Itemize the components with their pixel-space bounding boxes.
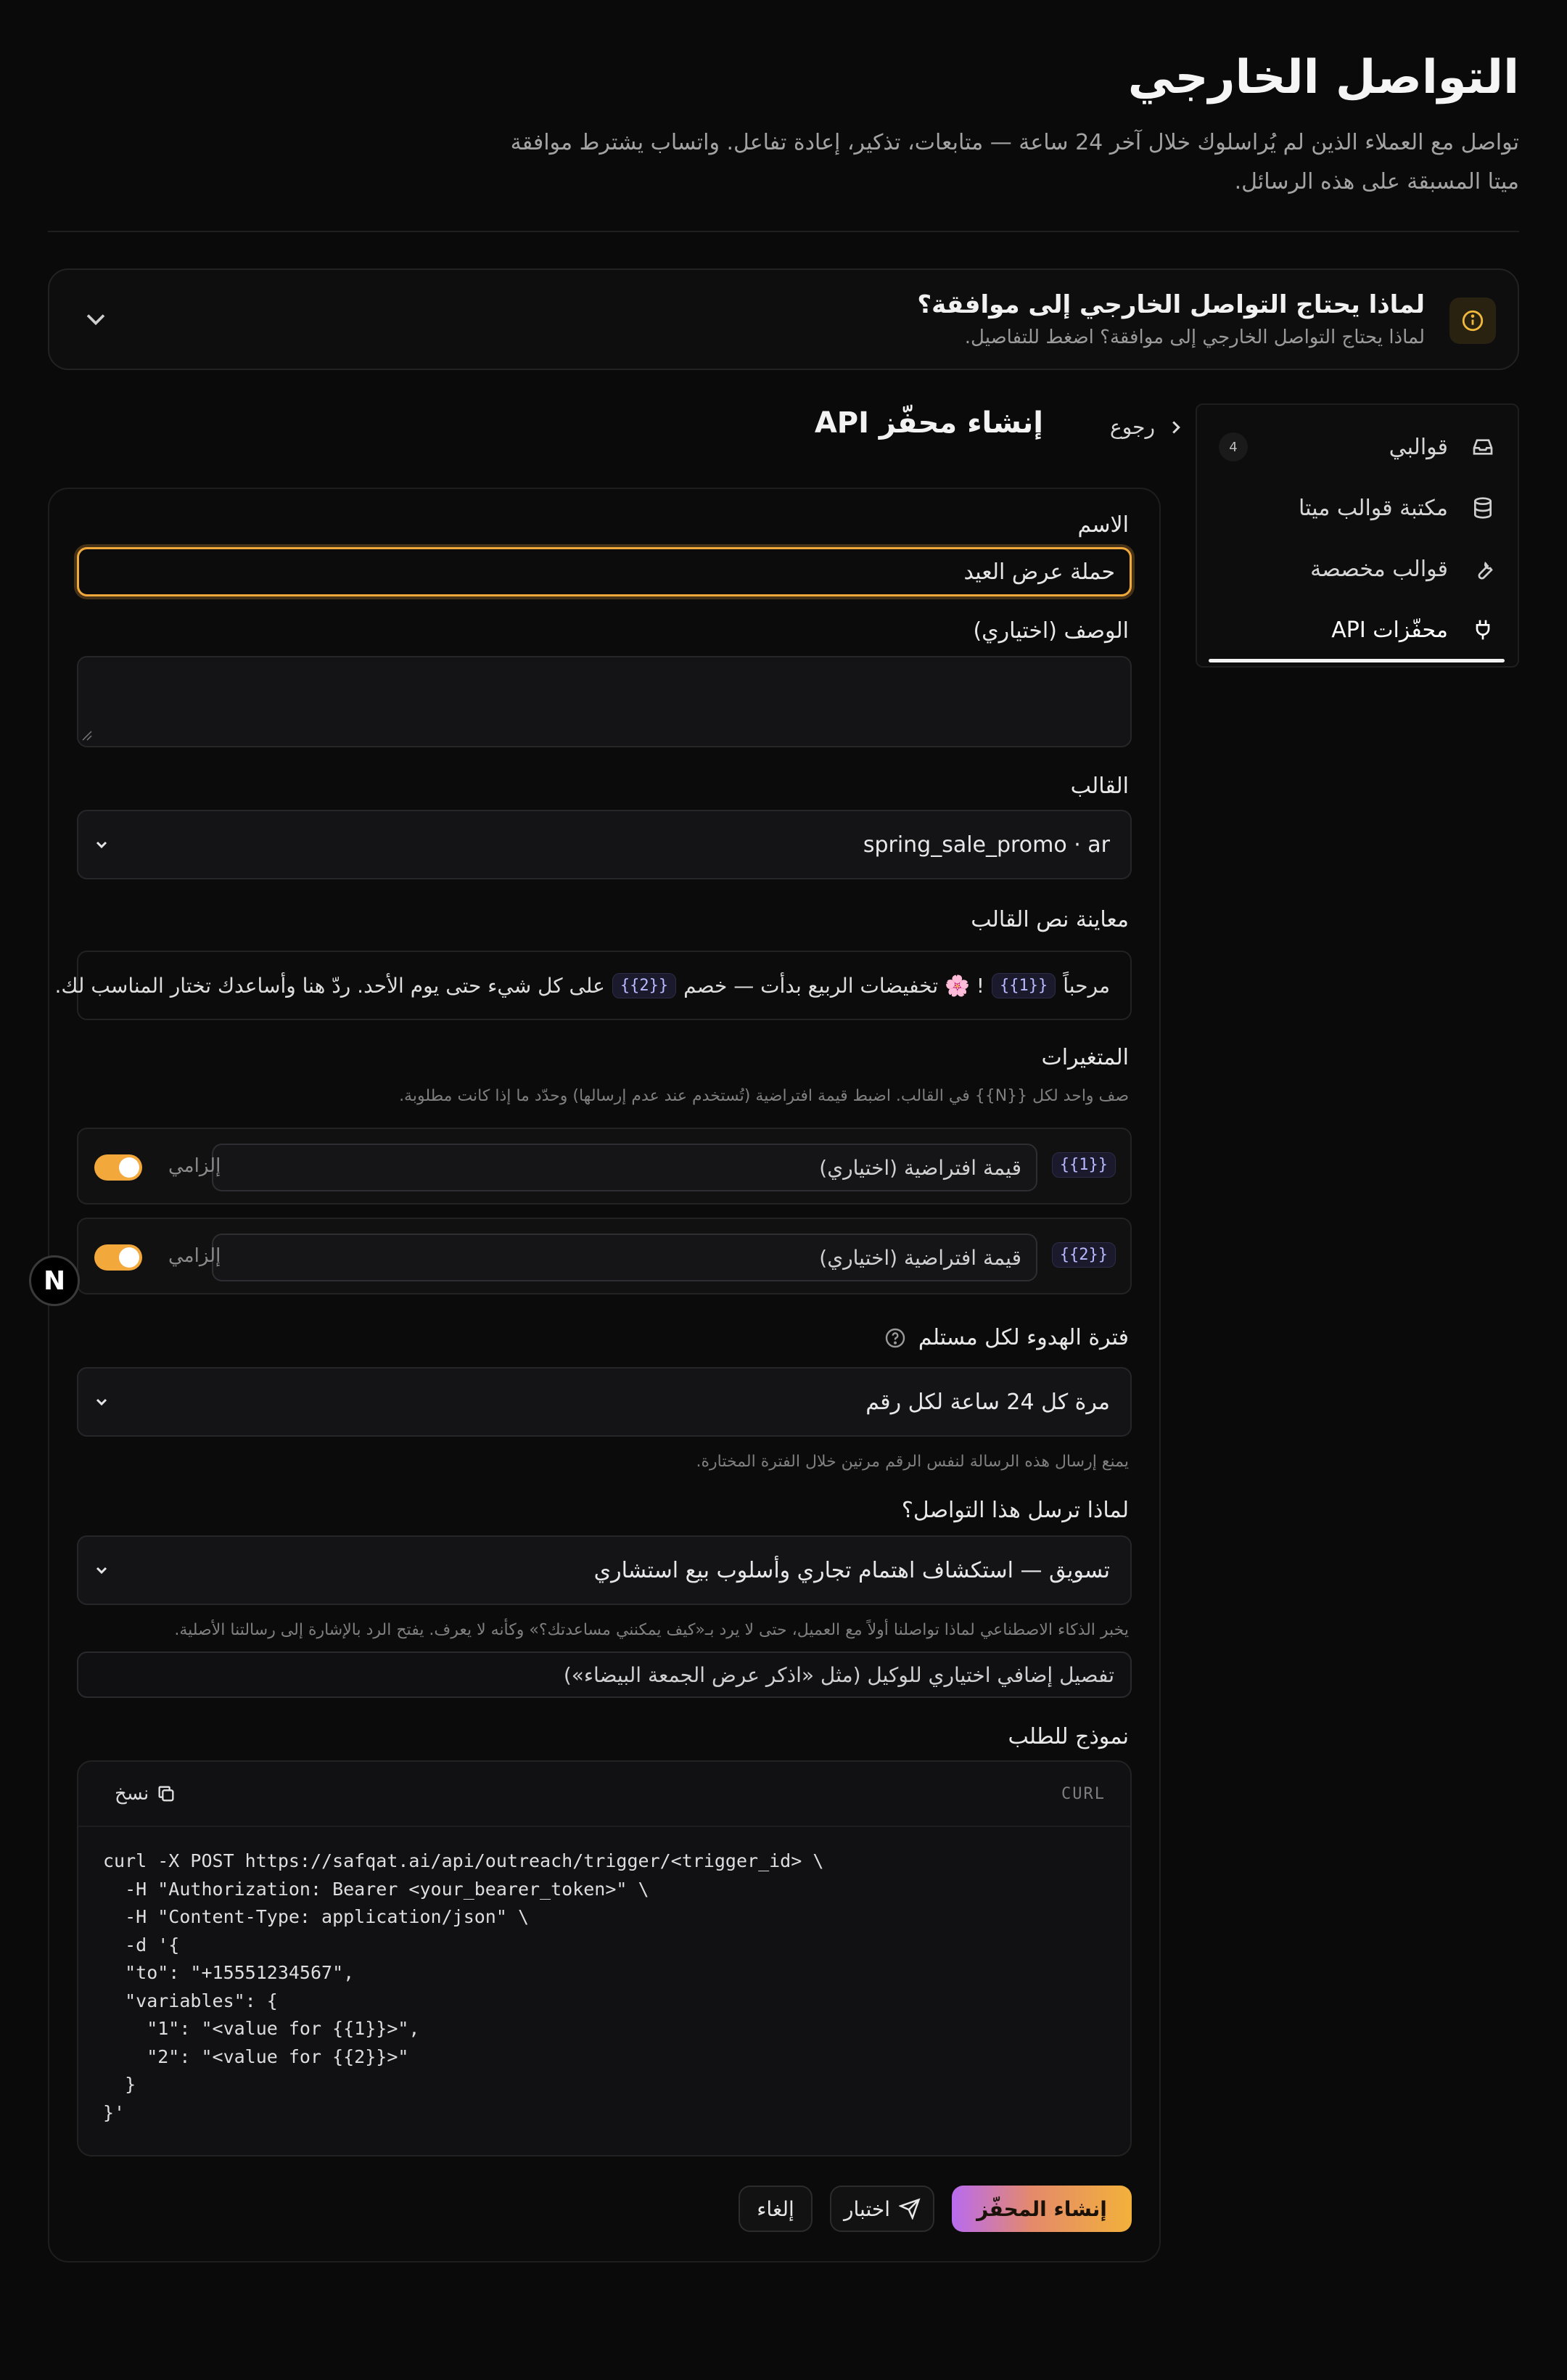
template-label: القالب <box>1070 774 1129 799</box>
nextjs-dev-badge[interactable]: N <box>29 1255 80 1306</box>
chevron-down-icon <box>93 1368 110 1435</box>
cooldown-select[interactable]: مرة كل 24 ساعة لكل رقم <box>77 1367 1132 1437</box>
accordion-title: لماذا يحتاج التواصل الخارجي إلى موافقة؟ <box>917 290 1425 319</box>
reason-label: لماذا ترسل هذا التواصل؟ <box>901 1498 1129 1523</box>
chevron-right-icon <box>1165 416 1187 438</box>
sidebar: قوالبي 4 مكتبة قوالب ميتا قوالب مخصصة مح… <box>1196 403 1519 668</box>
default-value-placeholder: قيمة افتراضية (اختياري) <box>819 1245 1021 1270</box>
chevron-down-icon <box>93 811 110 878</box>
cooldown-label: فترة الهدوء لكل مستلم <box>918 1325 1129 1350</box>
default-value-placeholder: قيمة افتراضية (اختياري) <box>819 1155 1021 1180</box>
count-badge: 4 <box>1219 432 1248 461</box>
plug-icon <box>1468 615 1497 644</box>
reason-select-value: تسويق — استكشاف اهتمام تجاري وأسلوب بيع … <box>593 1557 1110 1583</box>
variable-chip: {{2}} <box>612 972 677 998</box>
cooldown-help: يمنع إرسال هذه الرسالة لنفس الرقم مرتين … <box>696 1453 1130 1471</box>
copy-label: نسخ <box>115 1783 149 1805</box>
back-label: رجوع <box>1110 415 1156 439</box>
inbox-icon <box>1468 432 1497 461</box>
consent-info-accordion[interactable]: لماذا يحتاج التواصل الخارجي إلى موافقة؟ … <box>48 268 1519 370</box>
variables-help: صف واحد لكل {{N}} في القالب. اضبط قيمة ا… <box>399 1087 1129 1105</box>
sidebar-item-api-triggers[interactable]: محفّزات API <box>1197 599 1518 660</box>
reason-help: يخبر الذكاء الاصطناعي لماذا تواصلنا أولا… <box>174 1621 1129 1639</box>
description-label: الوصف (اختياري) <box>973 618 1129 644</box>
send-icon <box>899 2198 921 2220</box>
name-input[interactable]: حملة عرض العيد <box>77 547 1132 596</box>
chevron-down-icon[interactable] <box>80 303 112 335</box>
sidebar-item-custom-templates[interactable]: قوالب مخصصة <box>1197 538 1518 599</box>
required-toggle[interactable] <box>94 1154 142 1181</box>
required-toggle[interactable] <box>94 1244 142 1271</box>
required-label: إلزامي <box>168 1245 221 1267</box>
name-label: الاسم <box>1077 512 1129 538</box>
sidebar-item-label: محفّزات API <box>1331 617 1448 643</box>
resize-handle-icon[interactable] <box>81 730 93 744</box>
help-circle-icon[interactable] <box>884 1326 907 1350</box>
variable-row: {{2}} قيمة افتراضية (اختياري) إلزامي <box>77 1218 1132 1294</box>
code-block: CURL نسخ curl -X POST https://safqat.ai/… <box>77 1760 1132 2157</box>
preview-label: معاينة نص القالب <box>971 907 1129 932</box>
preview-text: مرحباً <box>1063 973 1110 998</box>
variables-label: المتغيرات <box>1041 1045 1129 1070</box>
variable-chip: {{1}} <box>992 972 1056 998</box>
database-icon <box>1468 493 1497 522</box>
code-language: CURL <box>1061 1784 1106 1803</box>
template-preview: مرحباً {{1}} ! 🌸 تخفيضات الربيع بدأت — خ… <box>54 951 1132 1020</box>
reason-select[interactable]: تسويق — استكشاف اهتمام تجاري وأسلوب بيع … <box>77 1535 1132 1605</box>
preview-text: على كل شيء حتى يوم الأحد. ردّ هنا وأساعد… <box>54 973 605 998</box>
extra-detail-input[interactable]: تفصيل إضافي اختياري للوكيل (مثل «اذكر عر… <box>77 1651 1132 1698</box>
cooldown-select-value: مرة كل 24 ساعة لكل رقم <box>865 1389 1110 1415</box>
variable-chip: {{2}} <box>1051 1242 1116 1268</box>
chevron-down-icon <box>93 1537 110 1604</box>
wrench-icon <box>1468 554 1497 583</box>
active-tab-indicator <box>1209 659 1505 662</box>
sidebar-item-label: مكتبة قوالب ميتا <box>1299 495 1448 521</box>
page-subtitle: تواصل مع العملاء الذين لم يُراسلوك خلال … <box>510 130 1519 194</box>
cancel-button[interactable]: إلغاء <box>739 2186 813 2232</box>
page-title: التواصل الخارجي <box>1127 51 1519 104</box>
back-button[interactable]: رجوع <box>1110 415 1187 439</box>
test-label: اختبار <box>843 2196 891 2221</box>
code-content: curl -X POST https://safqat.ai/api/outre… <box>103 1850 824 2123</box>
request-sample-label: نموذج للطلب <box>1008 1724 1129 1749</box>
extra-detail-placeholder: تفصيل إضافي اختياري للوكيل (مثل «اذكر عر… <box>563 1662 1114 1687</box>
default-value-input[interactable]: قيمة افتراضية (اختياري) <box>212 1144 1037 1191</box>
accordion-subtitle: لماذا يحتاج التواصل الخارجي إلى موافقة؟ … <box>964 327 1425 348</box>
sidebar-item-label: قوالب مخصصة <box>1310 556 1448 582</box>
name-input-value: حملة عرض العيد <box>963 559 1115 585</box>
header-divider <box>48 231 1519 232</box>
preview-text: ! 🌸 تخفيضات الربيع بدأت — خصم <box>683 973 984 998</box>
create-trigger-button[interactable]: إنشاء المحفّز <box>952 2186 1132 2232</box>
description-textarea[interactable] <box>77 656 1132 747</box>
sidebar-item-meta-library[interactable]: مكتبة قوالب ميتا <box>1197 477 1518 538</box>
info-icon <box>1449 298 1496 344</box>
sidebar-item-label: قوالبي <box>1389 434 1448 460</box>
code-header: CURL نسخ <box>78 1762 1130 1827</box>
cooldown-header: فترة الهدوء لكل مستلم <box>884 1325 1129 1350</box>
required-label: إلزامي <box>168 1155 221 1177</box>
sidebar-item-my-templates[interactable]: قوالبي 4 <box>1197 416 1518 477</box>
variable-row: {{1}} قيمة افتراضية (اختياري) إلزامي <box>77 1128 1132 1205</box>
template-select-value: spring_sale_promo · ar <box>863 832 1110 858</box>
variable-chip: {{1}} <box>1051 1152 1116 1178</box>
copy-icon <box>156 1784 176 1804</box>
form-heading: إنشاء محفّز API <box>814 406 1043 440</box>
test-button[interactable]: اختبار <box>830 2186 934 2232</box>
default-value-input[interactable]: قيمة افتراضية (اختياري) <box>212 1234 1037 1281</box>
template-select[interactable]: spring_sale_promo · ar <box>77 810 1132 879</box>
copy-button[interactable]: نسخ <box>115 1762 176 1826</box>
